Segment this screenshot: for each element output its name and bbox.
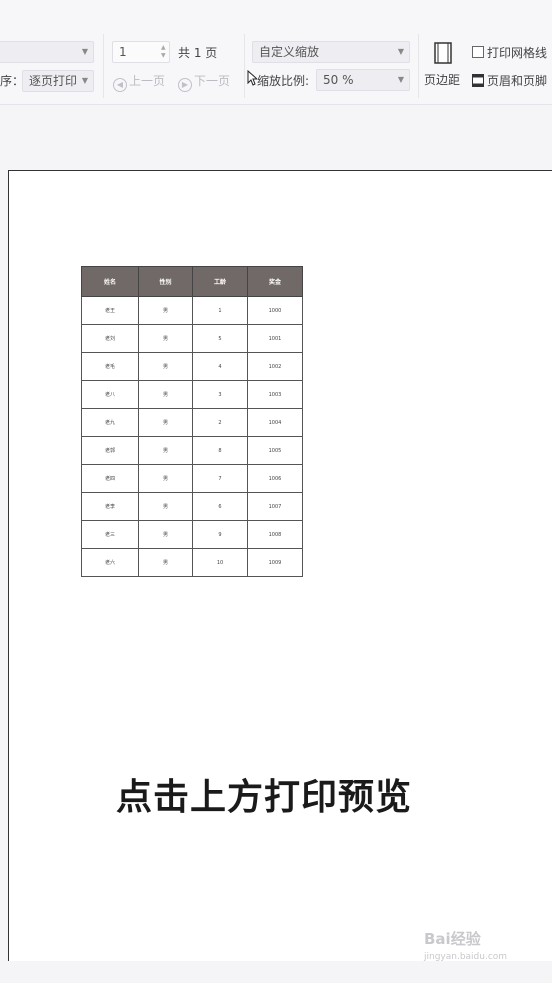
table-row: 老李男 6 1007 [81, 492, 303, 521]
cell-gender: 男 [138, 492, 193, 521]
next-page-button[interactable]: ▶ 下一页 [178, 73, 230, 92]
cell-gender: 男 [138, 380, 193, 409]
next-page-label: 下一页 [194, 74, 231, 88]
arrow-right-icon: ▶ [178, 78, 192, 92]
cell-bonus: 1008 [247, 520, 303, 549]
table-row: 老三男 9 1008 [81, 520, 303, 549]
cell-name: 老四 [81, 464, 139, 493]
cell-gender: 男 [138, 408, 193, 437]
cell-seniority: 7 [192, 464, 248, 493]
cell-name: 老刘 [81, 324, 139, 353]
print-order-value: 逐页打印 [29, 74, 78, 88]
table-row: 老六男 10 1009 [81, 548, 303, 577]
column-header-gender: 性别 [138, 266, 193, 297]
header-footer-label: 页眉和页脚 [487, 74, 548, 88]
table-row: 老九男 2 1004 [81, 408, 303, 437]
toolbar-divider [418, 34, 419, 98]
cell-bonus: 1001 [247, 324, 303, 353]
column-header-bonus: 奖金 [247, 266, 303, 297]
cell-seniority: 2 [192, 408, 248, 437]
cell-bonus: 1003 [247, 380, 303, 409]
margins-button[interactable]: 页边距 [424, 42, 462, 92]
cell-name: 老王 [81, 296, 139, 325]
prev-page-label: 上一页 [129, 74, 166, 88]
cell-gender: 男 [138, 352, 193, 381]
cell-name: 老九 [81, 408, 139, 437]
column-header-seniority: 工龄 [192, 266, 248, 297]
cell-bonus: 1000 [247, 296, 303, 325]
header-footer-icon [472, 74, 484, 87]
toolbar-divider [244, 34, 245, 98]
watermark-url: jingyan.baidu.com [424, 952, 508, 962]
cell-gender: 男 [138, 436, 193, 465]
table-row: 老王男 1 1000 [81, 296, 303, 325]
table-row: 老郭男 8 1005 [81, 436, 303, 465]
arrow-left-icon: ◀ [113, 78, 127, 92]
chevron-down-icon: ▼ [81, 47, 88, 56]
zoom-mode-value: 自定义缩放 [259, 45, 320, 59]
cell-gender: 男 [138, 296, 193, 325]
cell-gender: 男 [138, 324, 193, 353]
page-total-label: 共 1 页 [178, 46, 218, 60]
cell-name: 老三 [81, 520, 139, 549]
page-number-value: 1 [119, 45, 127, 59]
cell-bonus: 1007 [247, 492, 303, 521]
header-footer-button[interactable]: 页眉和页脚 [472, 73, 547, 89]
cell-seniority: 1 [192, 296, 248, 325]
cell-seniority: 10 [192, 548, 248, 577]
table-header-row: 姓名 性别 工龄 奖金 [81, 266, 303, 297]
baidu-jingyan-watermark: Bai经验 jingyan.baidu.com [424, 928, 507, 962]
table-row: 老刘男 5 1001 [81, 324, 303, 353]
cell-name: 老八 [81, 380, 139, 409]
prev-page-button[interactable]: ◀ 上一页 [113, 73, 165, 92]
cell-seniority: 8 [192, 436, 248, 465]
column-header-name: 姓名 [81, 266, 139, 297]
checkbox-icon [472, 46, 484, 58]
cell-bonus: 1009 [247, 548, 303, 577]
cell-name: 老毛 [81, 352, 139, 381]
table-row: 老毛男 4 1002 [81, 352, 303, 381]
print-gridlines-checkbox[interactable]: 打印网格线 [472, 45, 547, 61]
print-preview-toolbar: ▼ 序： 逐页打印 ▼ 1 ▲ ▼ 共 1 页 ◀ 上一页 ▶ 下一页 自定义缩放 ▼ 缩放… [0, 0, 552, 105]
printer-select[interactable]: ▼ [0, 41, 94, 63]
print-gridlines-label: 打印网格线 [487, 46, 548, 60]
print-preview-page: 姓名 性别 工龄 奖金 老王男 1 1000 老刘男 5 1001 老毛男 4 1002 老… [8, 170, 552, 961]
table-row: 老四男 7 1006 [81, 464, 303, 493]
zoom-mode-select[interactable]: 自定义缩放 ▼ [252, 41, 410, 63]
cell-seniority: 4 [192, 352, 248, 381]
cell-seniority: 3 [192, 380, 248, 409]
zoom-ratio-label: 缩放比例: [257, 74, 310, 88]
instruction-caption: 点击上方打印预览 [116, 777, 413, 818]
table-row: 老八男 3 1003 [81, 380, 303, 409]
print-order-select[interactable]: 逐页打印 ▼ [22, 70, 94, 92]
print-order-label: 序： [0, 74, 25, 88]
zoom-ratio-select[interactable]: 50 % ▼ [316, 69, 410, 91]
zoom-ratio-value: 50 % [323, 73, 354, 87]
chevron-down-icon: ▼ [397, 47, 404, 56]
margins-label: 页边距 [424, 73, 461, 87]
cell-seniority: 5 [192, 324, 248, 353]
page-margins-icon [434, 42, 452, 64]
chevron-down-icon: ▼ [397, 75, 404, 84]
cell-seniority: 9 [192, 520, 248, 549]
cell-gender: 男 [138, 548, 193, 577]
chevron-down-icon: ▼ [81, 76, 88, 85]
cell-bonus: 1002 [247, 352, 303, 381]
cell-seniority: 6 [192, 492, 248, 521]
cell-name: 老李 [81, 492, 139, 521]
cell-bonus: 1005 [247, 436, 303, 465]
cell-gender: 男 [138, 520, 193, 549]
page-number-input[interactable]: 1 ▲ ▼ [112, 41, 170, 63]
cell-bonus: 1006 [247, 464, 303, 493]
mouse-cursor-icon [247, 70, 257, 86]
watermark-brand: Bai经验 [424, 930, 481, 948]
data-table: 姓名 性别 工龄 奖金 老王男 1 1000 老刘男 5 1001 老毛男 4 1002 老… [81, 266, 303, 577]
cell-name: 老六 [81, 548, 139, 577]
toolbar-divider [103, 34, 104, 98]
cell-bonus: 1004 [247, 408, 303, 437]
spinner-icon[interactable]: ▲ ▼ [161, 44, 167, 60]
cell-gender: 男 [138, 464, 193, 493]
cell-name: 老郭 [81, 436, 139, 465]
